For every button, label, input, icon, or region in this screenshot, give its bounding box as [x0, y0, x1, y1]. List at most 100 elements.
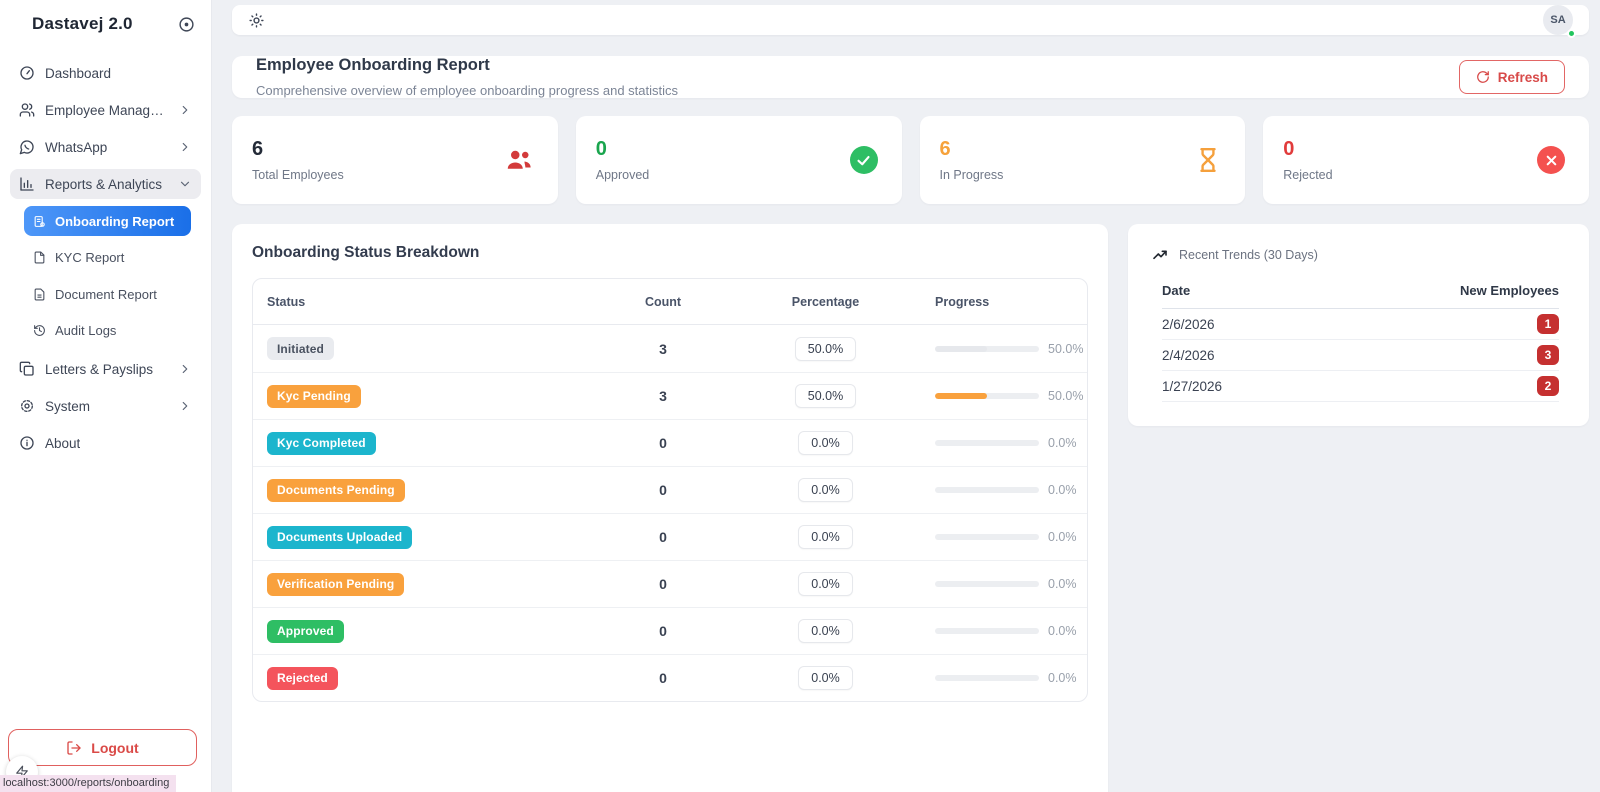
count-value: 0	[659, 482, 667, 498]
count-value: 0	[659, 623, 667, 639]
sidebar-item-label: KYC Report	[55, 250, 125, 265]
stat-value: 0	[1283, 138, 1295, 160]
page-header-card: Employee Onboarding Report Comprehensive…	[232, 56, 1589, 98]
percentage-pill: 0.0%	[798, 666, 853, 690]
percentage-pill: 0.0%	[798, 619, 853, 643]
progress-bar	[935, 393, 1039, 399]
user-avatar[interactable]: SA	[1543, 5, 1576, 38]
percentage-pill: 0.0%	[798, 572, 853, 596]
count-value: 0	[659, 435, 667, 451]
count-value: 0	[659, 670, 667, 686]
percentage-pill: 0.0%	[798, 431, 853, 455]
column-header-progress: Progress	[935, 294, 990, 309]
progress-bar	[935, 345, 1039, 352]
trends-header-row: Date New Employees	[1162, 279, 1559, 309]
table-row: Initiated 3 50.0% 50.0%	[253, 325, 1087, 372]
trends-table: Date New Employees 2/6/2026 1 2/4/2026 3…	[1162, 279, 1559, 402]
history-icon	[33, 324, 46, 337]
table-header-row: Status Count Percentage Progress	[253, 279, 1087, 325]
theme-toggle-sun-icon[interactable]	[248, 12, 265, 29]
trend-count-badge: 3	[1537, 345, 1559, 365]
sidebar-item-kyc-report[interactable]: KYC Report	[24, 243, 191, 273]
table-row: Documents Uploaded 0 0.0% 0.0%	[253, 513, 1087, 560]
sidebar-item-onboarding-report[interactable]: Onboarding Report	[24, 206, 191, 236]
brand-title: Dastavej 2.0	[32, 14, 133, 33]
sidebar-item-label: Dashboard	[45, 65, 112, 81]
chevron-right-icon	[178, 399, 192, 413]
breakdown-card: Onboarding Status Breakdown Status Count…	[232, 224, 1108, 792]
sidebar-item-whatsapp[interactable]: WhatsApp	[10, 132, 201, 162]
stat-card-rejected: 0 Rejected	[1263, 116, 1589, 204]
stat-value: 0	[595, 138, 607, 160]
column-header-percentage: Percentage	[791, 294, 860, 309]
sidebar-item-label: Reports & Analytics	[45, 176, 163, 192]
progress-bar	[935, 487, 1039, 493]
stat-label: Approved	[595, 168, 650, 182]
sidebar-nav: Dashboard Employee Managem... WhatsApp R…	[0, 42, 211, 458]
sidebar-item-label: WhatsApp	[45, 139, 108, 155]
check-circle-icon	[849, 146, 878, 174]
refresh-icon	[1476, 70, 1490, 84]
column-header-date: Date	[1162, 283, 1191, 298]
trends-header: Recent Trends (30 Days)	[1148, 240, 1569, 263]
status-badge: Kyc Pending	[267, 384, 361, 408]
gauge-icon	[19, 65, 35, 81]
status-badge: Approved	[267, 619, 344, 643]
status-badge: Rejected	[267, 666, 338, 690]
sidebar-item-label: Document Report	[55, 286, 157, 302]
logout-button[interactable]: Logout	[8, 729, 197, 766]
breakdown-table: Status Count Percentage Progress Initiat…	[252, 278, 1088, 702]
chevron-right-icon	[178, 103, 192, 117]
percentage-pill: 50.0%	[794, 384, 857, 408]
stat-text: 6 In Progress	[940, 138, 1004, 182]
progress-label: 0.0%	[1048, 483, 1077, 497]
stat-value: 6	[252, 138, 264, 160]
sidebar-item-letters-payslips[interactable]: Letters & Payslips	[10, 354, 201, 384]
refresh-button[interactable]: Refresh	[1458, 60, 1565, 94]
stat-card-in-progress: 6 In Progress	[919, 116, 1246, 204]
status-badge: Initiated	[267, 337, 334, 360]
stat-text: 6 Total Employees	[252, 138, 344, 182]
content-bottom: Onboarding Status Breakdown Status Count…	[232, 224, 1589, 792]
table-row: Kyc Pending 3 50.0% 50.0%	[253, 372, 1087, 419]
column-header-status: Status	[267, 294, 306, 309]
online-status-dot	[1567, 29, 1576, 38]
report-doc-icon	[33, 215, 46, 228]
status-url-bar: localhost:3000/reports/onboarding	[0, 775, 177, 792]
trend-date: 2/4/2026	[1162, 347, 1215, 363]
chevron-right-icon	[178, 140, 192, 154]
stat-card-approved: 0 Approved	[575, 116, 902, 204]
stat-text: 0 Rejected	[1283, 138, 1332, 182]
circle-dot-icon[interactable]	[178, 16, 195, 33]
sidebar-item-reports-analytics[interactable]: Reports & Analytics	[10, 169, 201, 199]
gear-icon	[19, 398, 35, 414]
page-subtitle: Comprehensive overview of employee onboa…	[256, 83, 678, 98]
sidebar-item-audit-logs[interactable]: Audit Logs	[24, 316, 191, 346]
stat-value: 6	[939, 138, 951, 160]
bar-chart-icon	[19, 176, 35, 192]
progress-fill	[935, 393, 987, 399]
refresh-label: Refresh	[1497, 69, 1548, 85]
progress-fill	[935, 345, 987, 352]
progress-label: 50.0%	[1048, 341, 1084, 356]
column-header-count: Count	[644, 294, 682, 309]
logout-icon	[66, 740, 82, 756]
users-icon	[504, 145, 534, 175]
topbar: SA	[232, 5, 1589, 38]
sidebar-item-employee-management[interactable]: Employee Managem...	[10, 95, 201, 125]
sidebar-item-dashboard[interactable]: Dashboard	[10, 58, 201, 88]
stat-label: In Progress	[939, 168, 1004, 182]
stat-card-total-employees: 6 Total Employees	[232, 116, 558, 204]
count-value: 0	[659, 576, 667, 592]
progress-label: 50.0%	[1048, 389, 1084, 403]
table-row: Kyc Completed 0 0.0% 0.0%	[253, 419, 1087, 466]
sidebar-item-system[interactable]: System	[10, 391, 201, 421]
stat-label: Total Employees	[252, 168, 344, 182]
progress-label: 0.0%	[1048, 671, 1077, 685]
sidebar-item-document-report[interactable]: Document Report	[24, 279, 191, 309]
trend-date: 1/27/2026	[1162, 378, 1223, 394]
progress-bar	[935, 440, 1039, 446]
trend-row: 2/6/2026 1	[1162, 309, 1559, 340]
stat-text: 0 Approved	[596, 138, 650, 182]
sidebar-item-about[interactable]: About	[10, 428, 201, 458]
